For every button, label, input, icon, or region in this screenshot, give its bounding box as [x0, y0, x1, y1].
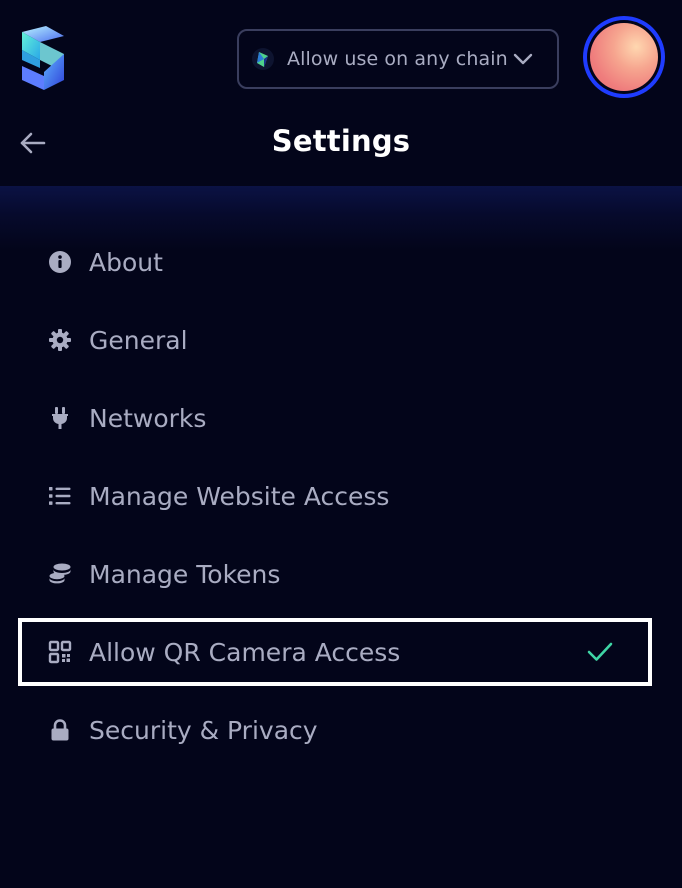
menu-item-allow-qr-camera-access[interactable]: Allow QR Camera Access	[18, 618, 652, 686]
menu-item-label: Manage Website Access	[89, 481, 390, 511]
chain-selector-label: Allow use on any chain	[287, 48, 508, 70]
menu-item-manage-website-access[interactable]: Manage Website Access	[18, 462, 652, 530]
chevron-down-icon	[513, 53, 532, 65]
info-icon	[48, 250, 72, 274]
account-avatar-button[interactable]	[583, 16, 665, 98]
menu-item-general[interactable]: General	[18, 306, 652, 374]
list-icon	[48, 484, 72, 508]
menu-item-label: Allow QR Camera Access	[89, 637, 401, 667]
chain-selector[interactable]: Allow use on any chain	[237, 29, 559, 89]
settings-page: Allow use on any chain Settings About Ge…	[0, 0, 682, 888]
plug-icon	[48, 406, 72, 430]
qr-code-icon	[48, 640, 72, 664]
checkmark-icon	[587, 642, 613, 661]
chain-icon	[252, 48, 274, 70]
menu-item-label: Manage Tokens	[89, 559, 281, 589]
menu-item-label: General	[89, 325, 188, 355]
page-title: Settings	[271, 124, 411, 158]
coins-icon	[48, 562, 72, 586]
menu-item-networks[interactable]: Networks	[18, 384, 652, 452]
app-logo[interactable]	[18, 26, 66, 92]
avatar-ring	[587, 20, 661, 94]
lock-icon	[48, 718, 72, 742]
menu-item-security-privacy[interactable]: Security & Privacy	[18, 696, 652, 764]
avatar	[590, 23, 658, 91]
menu-item-label: Security & Privacy	[89, 715, 318, 745]
header: Allow use on any chain Settings	[0, 0, 682, 186]
menu-item-manage-tokens[interactable]: Manage Tokens	[18, 540, 652, 608]
menu-item-label: Networks	[89, 403, 207, 433]
menu-item-about[interactable]: About	[18, 228, 652, 296]
menu-item-label: About	[89, 247, 163, 277]
gear-icon	[48, 328, 72, 352]
